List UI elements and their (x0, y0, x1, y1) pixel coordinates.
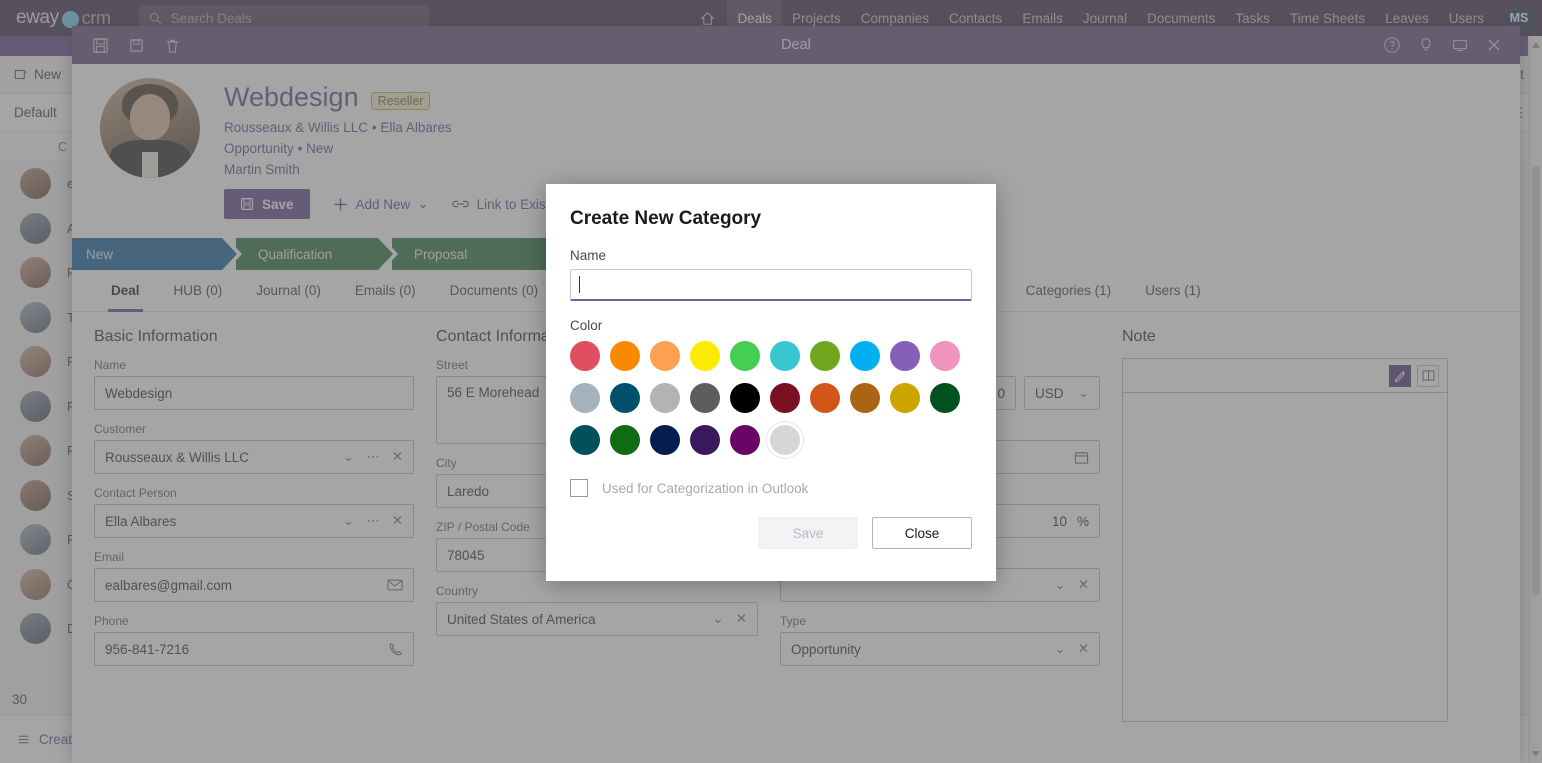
color-swatch-7[interactable] (850, 341, 880, 371)
outlook-categorization-checkbox[interactable] (570, 479, 588, 497)
outlook-categorization-label: Used for Categorization in Outlook (602, 480, 809, 496)
color-swatch-1[interactable] (610, 341, 640, 371)
color-swatch-9[interactable] (930, 341, 960, 371)
color-swatch-22[interactable] (650, 425, 680, 455)
color-swatch-24[interactable] (730, 425, 760, 455)
color-swatch-16[interactable] (810, 383, 840, 413)
color-swatch-23[interactable] (690, 425, 720, 455)
color-swatch-6[interactable] (810, 341, 840, 371)
color-swatch-25[interactable] (770, 425, 800, 455)
color-swatch-10[interactable] (570, 383, 600, 413)
color-swatch-20[interactable] (570, 425, 600, 455)
name-field-label: Name (570, 248, 607, 263)
color-swatch-15[interactable] (770, 383, 800, 413)
color-swatch-14[interactable] (730, 383, 760, 413)
color-swatch-4[interactable] (730, 341, 760, 371)
create-new-category-dialog: Create New Category Name Color Used for … (546, 184, 996, 581)
color-swatch-2[interactable] (650, 341, 680, 371)
color-swatch-13[interactable] (690, 383, 720, 413)
color-swatch-11[interactable] (610, 383, 640, 413)
color-swatch-21[interactable] (610, 425, 640, 455)
dialog-title: Create New Category (570, 208, 762, 229)
category-name-input[interactable] (570, 269, 972, 301)
dialog-save-button[interactable]: Save (758, 517, 858, 549)
color-swatch-0[interactable] (570, 341, 600, 371)
color-swatch-12[interactable] (650, 383, 680, 413)
color-field-label: Color (570, 318, 603, 333)
dialog-close-button[interactable]: Close (872, 517, 972, 549)
text-caret (579, 276, 580, 293)
color-swatch-8[interactable] (890, 341, 920, 371)
outlook-categorization-row: Used for Categorization in Outlook (570, 479, 972, 497)
color-swatch-grid (570, 341, 972, 455)
color-swatch-18[interactable] (890, 383, 920, 413)
color-swatch-19[interactable] (930, 383, 960, 413)
color-swatch-17[interactable] (850, 383, 880, 413)
color-swatch-3[interactable] (690, 341, 720, 371)
dialog-buttons: Save Close (570, 517, 972, 549)
color-swatch-5[interactable] (770, 341, 800, 371)
